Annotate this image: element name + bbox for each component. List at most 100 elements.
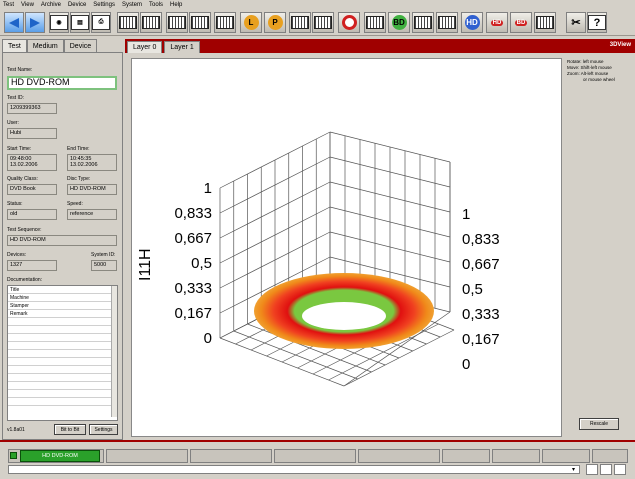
p-circle-icon: P bbox=[267, 15, 283, 30]
3d-plot-area[interactable]: 1 0,833 0,667 0,5 0,333 0,167 0 1 0,833 0,667 0,5 0… bbox=[131, 58, 562, 437]
tools-button[interactable]: ✂ bbox=[566, 12, 586, 33]
bd-circle-icon: BD bbox=[391, 15, 407, 30]
tab-layer-1[interactable]: Layer 1 bbox=[164, 41, 200, 53]
signal-button[interactable] bbox=[289, 12, 311, 33]
3d-chart[interactable]: 1 0,833 0,667 0,5 0,333 0,167 0 1 0,833 0,667 0,5 0… bbox=[132, 59, 561, 436]
quality-class-label: Quality Class: bbox=[7, 176, 38, 182]
doc-row bbox=[8, 318, 117, 326]
doc-row bbox=[8, 358, 117, 366]
z-tick-label-right: 0,5 bbox=[462, 281, 483, 298]
print-preview-button[interactable]: ▤ bbox=[70, 12, 90, 33]
layer-p-button[interactable]: P bbox=[264, 12, 286, 33]
hd-red-button[interactable]: HD bbox=[486, 12, 508, 33]
help-button[interactable]: ? bbox=[587, 12, 607, 33]
tab-device[interactable]: Device bbox=[63, 39, 98, 52]
help-wheel: or mouse wheel bbox=[583, 77, 615, 82]
forward-arrow-button[interactable] bbox=[25, 12, 45, 33]
report-icon[interactable] bbox=[600, 464, 612, 475]
status-cell bbox=[542, 449, 590, 463]
graph-button[interactable] bbox=[140, 12, 162, 33]
doc-row-remark: Remark bbox=[8, 310, 117, 318]
graph-icon bbox=[142, 16, 160, 29]
menu-settings[interactable]: Settings bbox=[93, 2, 115, 8]
disc-3d-button[interactable] bbox=[338, 12, 360, 33]
signal-icon bbox=[291, 16, 309, 29]
bd-chart-icon bbox=[414, 16, 432, 29]
z-tick-label-right: 1 bbox=[462, 206, 470, 223]
z-axis-label: I11H bbox=[137, 248, 154, 281]
speed-field: reference bbox=[67, 209, 117, 220]
status-bar: HD DVD-ROM ▾ bbox=[0, 440, 635, 479]
tab-test[interactable]: Test bbox=[2, 39, 27, 52]
doc-scrollbar[interactable] bbox=[111, 286, 117, 417]
menu-view[interactable]: View bbox=[21, 2, 34, 8]
tilt-button[interactable] bbox=[312, 12, 334, 33]
printer-icon: ⎙ bbox=[92, 15, 110, 30]
user-field: Hubi bbox=[7, 128, 57, 139]
bit-to-bit-button[interactable]: Bit to Bit bbox=[54, 424, 86, 435]
bd-blue-button[interactable] bbox=[364, 12, 386, 33]
dvd-test-button[interactable] bbox=[166, 12, 188, 33]
chevron-down-icon[interactable]: ▾ bbox=[572, 466, 579, 473]
printer-button[interactable]: ⎙ bbox=[91, 12, 111, 33]
hd-bd-button[interactable] bbox=[436, 12, 458, 33]
devices-field: 1327 bbox=[7, 260, 57, 271]
layer-l-button[interactable]: L bbox=[240, 12, 262, 33]
menu-test[interactable]: Test bbox=[3, 2, 14, 8]
z-tick-label-left: 1 bbox=[204, 180, 212, 197]
rescale-button[interactable]: Rescale bbox=[579, 418, 619, 430]
menu-device[interactable]: Device bbox=[68, 2, 86, 8]
version-label: v1.8a01 bbox=[7, 427, 25, 433]
menu-tools[interactable]: Tools bbox=[149, 2, 163, 8]
bd-chart-button[interactable] bbox=[412, 12, 434, 33]
test-name-field[interactable]: HD DVD-ROM bbox=[7, 76, 117, 90]
status-label: Status: bbox=[7, 201, 23, 207]
documentation-label: Documentation: bbox=[7, 277, 43, 283]
doc-row bbox=[8, 342, 117, 350]
overview-button[interactable] bbox=[117, 12, 139, 33]
status-cell bbox=[442, 449, 490, 463]
active-test-tab[interactable]: HD DVD-ROM bbox=[20, 450, 100, 462]
tab-medium[interactable]: Medium bbox=[26, 39, 64, 52]
view-panel: Layer 0 Layer 1 3DView 1 0,833 0,667 0,5 0,3… bbox=[125, 37, 635, 440]
tab-layer-0[interactable]: Layer 0 bbox=[127, 41, 163, 53]
left-tabs: Test Medium Device bbox=[2, 39, 98, 52]
graph-icon[interactable] bbox=[614, 464, 626, 475]
system-id-label: System ID: bbox=[91, 252, 116, 258]
z-tick-label-left: 0,667 bbox=[174, 230, 212, 247]
bd-green-button[interactable]: BD bbox=[388, 12, 410, 33]
menu-system[interactable]: System bbox=[122, 2, 142, 8]
z-tick-label-right: 0,333 bbox=[462, 306, 500, 323]
z-tick-label-left: 0,167 bbox=[174, 305, 212, 322]
bd-red-icon: BD bbox=[514, 19, 528, 26]
z-tick-label-left: 0,333 bbox=[174, 280, 212, 297]
hd-bd-icon bbox=[438, 16, 456, 29]
documentation-table[interactable]: Title Machine Stamper Remark bbox=[7, 285, 118, 421]
doc-row bbox=[8, 350, 117, 358]
status-dropdown[interactable] bbox=[8, 465, 580, 474]
disc-type-field: HD DVD-ROM bbox=[67, 184, 117, 195]
settings-button[interactable]: Settings bbox=[89, 424, 118, 435]
jitter-button[interactable] bbox=[189, 12, 211, 33]
help-icon: ? bbox=[588, 15, 606, 30]
hd-red-icon: HD bbox=[490, 19, 504, 26]
z-tick-label-right: 0,167 bbox=[462, 331, 500, 348]
devices-label: Devices: bbox=[7, 252, 27, 258]
bd-red-button[interactable]: BD bbox=[510, 12, 532, 33]
error-map-button[interactable] bbox=[214, 12, 236, 33]
doc-row bbox=[8, 382, 117, 390]
menu-help[interactable]: Help bbox=[170, 2, 182, 8]
ring-hole bbox=[302, 302, 386, 330]
camera-button[interactable]: ◉ bbox=[49, 12, 69, 33]
tilt-icon bbox=[314, 16, 332, 29]
camera-icon: ◉ bbox=[50, 15, 68, 30]
z-tick-label-left: 0 bbox=[204, 330, 212, 347]
export-icon[interactable] bbox=[586, 464, 598, 475]
menu-archive[interactable]: Archive bbox=[41, 2, 61, 8]
report-button[interactable] bbox=[534, 12, 556, 33]
end-time-field: 10:45:35 13.02.2006 bbox=[67, 154, 117, 171]
user-label: User: bbox=[7, 120, 19, 126]
z-tick-label-right: 0 bbox=[462, 356, 470, 373]
back-arrow-button[interactable] bbox=[4, 12, 24, 33]
hd-blue-button[interactable]: HD bbox=[461, 12, 483, 33]
